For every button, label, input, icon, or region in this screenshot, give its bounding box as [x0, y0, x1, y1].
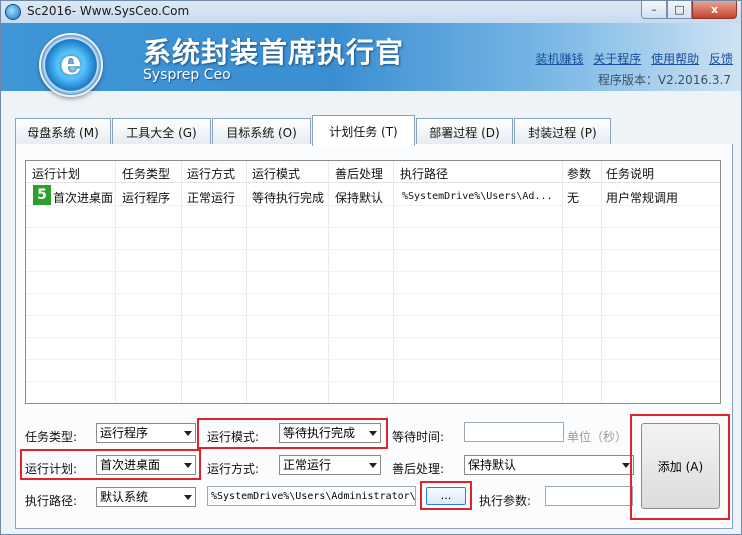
- col-header-param[interactable]: 参数: [567, 165, 591, 182]
- header-banner: e 系统封装首席执行官 Sysprep Ceo 装机赚钱 关于程序 使用帮助 反…: [1, 23, 741, 97]
- row-line: [26, 381, 720, 382]
- run-method-label: 运行方式:: [207, 462, 260, 476]
- header-links: 装机赚钱 关于程序 使用帮助 反馈: [529, 50, 733, 67]
- highlight-box-run-plan: [20, 449, 201, 480]
- row-param: 无: [567, 191, 580, 205]
- row-line: [26, 315, 720, 316]
- row-type: 运行程序: [122, 191, 171, 205]
- brand-title-en: Sysprep Ceo: [143, 67, 231, 83]
- highlight-box-add: [630, 414, 730, 520]
- exec-path-select[interactable]: 默认系统: [96, 487, 196, 507]
- row-line: [26, 293, 720, 294]
- after-process-value: 保持默认: [468, 458, 517, 472]
- link-feedback[interactable]: 反馈: [709, 52, 733, 66]
- wait-time-label: 等待时间:: [392, 430, 445, 444]
- column-divider: [393, 161, 394, 403]
- col-header-desc[interactable]: 任务说明: [606, 165, 654, 182]
- highlight-box-run-mode: [197, 418, 388, 449]
- column-divider: [181, 161, 182, 403]
- link-earn[interactable]: 装机赚钱: [535, 52, 583, 66]
- row-line: [26, 337, 720, 338]
- wait-time-unit: 单位（秒）: [567, 430, 628, 444]
- col-header-type[interactable]: 任务类型: [122, 165, 170, 182]
- app-window: Sc2016- Www.SysCeo.Com – □ x e 系统封装首席执行官…: [0, 0, 742, 535]
- after-process-select[interactable]: 保持默认: [464, 455, 634, 475]
- link-help[interactable]: 使用帮助: [651, 52, 699, 66]
- exec-path-input[interactable]: [207, 486, 416, 506]
- chevron-down-icon: [369, 463, 377, 468]
- column-divider: [601, 161, 602, 403]
- chevron-down-icon: [184, 431, 192, 436]
- link-about[interactable]: 关于程序: [593, 52, 641, 66]
- task-number-badge: 5: [33, 185, 51, 205]
- minimize-button[interactable]: –: [641, 1, 667, 19]
- column-divider: [115, 161, 116, 403]
- version-text: 程序版本：V2.2016.3.7: [597, 73, 731, 87]
- row-desc: 用户常规调用: [606, 191, 679, 205]
- logo-letter: e: [60, 43, 82, 83]
- close-button[interactable]: x: [692, 1, 737, 19]
- task-list[interactable]: 运行计划 任务类型 运行方式 运行模式 善后处理 执行路径 参数 任务说明 5 …: [25, 160, 721, 404]
- maximize-button[interactable]: □: [667, 1, 692, 19]
- after-process-label: 善后处理:: [392, 462, 445, 476]
- task-type-select[interactable]: 运行程序: [96, 423, 196, 443]
- row-after: 保持默认: [335, 191, 384, 205]
- row-line: [26, 227, 720, 228]
- row-path: %SystemDrive%\Users\Ad...: [402, 191, 553, 202]
- chevron-down-icon: [184, 495, 192, 500]
- main-tabs: 母盘系统 (M) 工具大全 (G) 目标系统 (O) 计划任务 (T) 部署过程…: [15, 115, 735, 146]
- column-divider: [562, 161, 563, 403]
- tab-tools[interactable]: 工具大全 (G): [112, 118, 211, 145]
- brand-title-cn: 系统封装首席执行官: [143, 36, 405, 69]
- exec-path-value: 默认系统: [100, 490, 149, 504]
- chevron-down-icon: [622, 463, 630, 468]
- tab-master-system[interactable]: 母盘系统 (M): [15, 118, 111, 145]
- wait-time-input[interactable]: [464, 422, 564, 442]
- col-header-method[interactable]: 运行方式: [187, 165, 235, 182]
- title-bar[interactable]: Sc2016- Www.SysCeo.Com – □ x: [1, 1, 741, 23]
- exec-path-label: 执行路径:: [25, 494, 78, 508]
- tab-deploy-process[interactable]: 部署过程 (D): [416, 118, 513, 145]
- run-method-select[interactable]: 正常运行: [279, 455, 381, 475]
- app-icon: [5, 4, 21, 20]
- task-type-label: 任务类型:: [25, 430, 78, 444]
- row-mode: 等待执行完成: [252, 191, 325, 205]
- col-header-mode[interactable]: 运行模式: [252, 165, 300, 182]
- exec-param-input[interactable]: [545, 486, 633, 506]
- tab-scheduled-tasks[interactable]: 计划任务 (T): [312, 115, 415, 146]
- run-method-value: 正常运行: [283, 458, 332, 472]
- highlight-box-browse: [420, 481, 472, 510]
- column-divider: [246, 161, 247, 403]
- col-header-path[interactable]: 执行路径: [400, 165, 448, 182]
- row-plan: 首次进桌面: [53, 191, 114, 205]
- task-type-value: 运行程序: [100, 426, 149, 440]
- row-line: [26, 249, 720, 250]
- column-divider: [328, 161, 329, 403]
- window-title: Sc2016- Www.SysCeo.Com: [27, 4, 190, 18]
- col-header-after[interactable]: 善后处理: [335, 165, 383, 182]
- row-line: [26, 271, 720, 272]
- row-line: [26, 359, 720, 360]
- tab-package-process[interactable]: 封装过程 (P): [514, 118, 611, 145]
- app-logo-icon: e: [39, 33, 103, 97]
- row-method: 正常运行: [187, 191, 236, 205]
- tab-target-system[interactable]: 目标系统 (O): [212, 118, 311, 145]
- col-header-plan[interactable]: 运行计划: [32, 165, 80, 182]
- exec-param-label: 执行参数:: [479, 494, 532, 508]
